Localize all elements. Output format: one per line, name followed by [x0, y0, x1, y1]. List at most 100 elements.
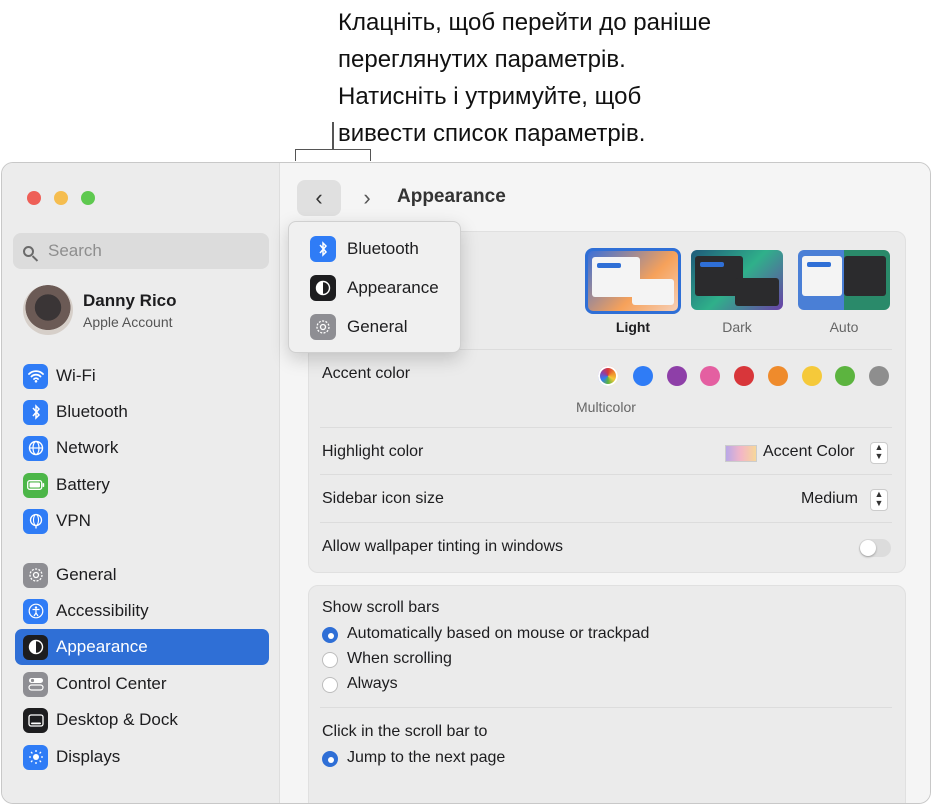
minimize-window-button[interactable] [54, 191, 68, 205]
sidebar-item-general[interactable]: General [15, 557, 269, 593]
theme-auto-option[interactable] [798, 250, 890, 310]
highlight-preview [725, 445, 757, 462]
history-item-label: Bluetooth [347, 239, 419, 258]
user-name[interactable]: Danny Rico [83, 291, 177, 311]
scroll-auto-label[interactable]: Automatically based on mouse or trackpad [347, 625, 649, 643]
jump-next-page-radio[interactable] [322, 751, 338, 767]
chevron-left-icon: ‹ [315, 185, 323, 210]
bluetooth-icon [310, 236, 336, 262]
accent-green-swatch[interactable] [835, 366, 855, 386]
divider [320, 522, 892, 523]
bluetooth-icon [23, 399, 48, 425]
highlight-stepper-icon[interactable]: ▲ ▼ [870, 442, 888, 464]
sidebar-item-label: Desktop & Dock [56, 710, 178, 729]
sidebar-item-label: Accessibility [56, 601, 149, 620]
accent-graphite-swatch[interactable] [869, 366, 889, 386]
divider [320, 427, 892, 428]
accent-color-label: Accent color [322, 365, 411, 382]
highlight-color-popup[interactable]: Accent Color [763, 443, 855, 461]
sidebar-item-vpn[interactable]: VPN [15, 503, 269, 539]
sidebar-item-appearance[interactable]: Appearance [15, 629, 269, 665]
control-center-icon [23, 671, 48, 697]
sidebar-item-label: VPN [56, 511, 91, 530]
accent-red-swatch[interactable] [734, 366, 754, 386]
sidebar-item-label: General [56, 565, 117, 584]
callout-bracket [295, 149, 371, 161]
sidebar-item-control-center[interactable]: Control Center [15, 666, 269, 702]
gear-icon [310, 314, 336, 340]
forward-button[interactable]: › [352, 180, 382, 216]
sidebar-item-label: Appearance [56, 637, 148, 656]
appearance-icon [310, 275, 336, 301]
history-item-label: General [347, 317, 408, 336]
accent-blue-swatch[interactable] [633, 366, 653, 386]
history-item-general[interactable]: General [297, 310, 452, 344]
wallpaper-tinting-toggle[interactable] [859, 539, 891, 557]
displays-icon [23, 744, 48, 770]
scroll-when-scrolling-label[interactable]: When scrolling [347, 650, 452, 668]
history-menu: Bluetooth Appearance General [288, 221, 461, 353]
accent-yellow-swatch[interactable] [802, 366, 822, 386]
scroll-always-label[interactable]: Always [347, 675, 398, 693]
user-account-label: Apple Account [83, 314, 173, 330]
icon-size-stepper-icon[interactable]: ▲ ▼ [870, 489, 888, 511]
sidebar-item-label: Bluetooth [56, 402, 128, 421]
click-scroll-bar-label: Click in the scroll bar to [322, 723, 488, 740]
wifi-icon [23, 363, 48, 389]
theme-dark-option[interactable] [691, 250, 783, 310]
back-button[interactable]: ‹ [297, 180, 341, 216]
callout-text: Клацніть, щоб перейти до раніше переглян… [338, 9, 712, 147]
accessibility-icon [23, 598, 48, 624]
divider [320, 474, 892, 475]
globe-icon [23, 435, 48, 461]
settings-window: Search Danny Rico Apple Account Wi-Fi Bl… [1, 162, 931, 804]
callout-line [332, 122, 334, 150]
sidebar-item-label: Control Center [56, 674, 167, 693]
wallpaper-tinting-label: Allow wallpaper tinting in windows [322, 538, 564, 555]
history-item-bluetooth[interactable]: Bluetooth [297, 232, 452, 266]
sidebar-item-network[interactable]: Network [15, 430, 269, 466]
globe-vpn-icon [23, 508, 48, 534]
theme-light-label: Light [615, 319, 651, 335]
zoom-window-button[interactable] [81, 191, 95, 205]
history-item-appearance[interactable]: Appearance [297, 271, 452, 305]
chevron-right-icon: › [363, 185, 371, 210]
avatar[interactable] [23, 285, 73, 335]
sidebar-item-desktop-dock[interactable]: Desktop & Dock [15, 702, 269, 738]
jump-next-page-label[interactable]: Jump to the next page [347, 749, 505, 767]
sidebar-item-displays[interactable]: Displays [15, 739, 269, 775]
show-scroll-bars-label: Show scroll bars [322, 599, 440, 616]
scroll-auto-radio[interactable] [322, 627, 338, 643]
sidebar-item-label: Battery [56, 475, 110, 494]
accent-multicolor-swatch[interactable] [598, 366, 618, 386]
desktop-dock-icon [23, 707, 48, 733]
theme-dark-label: Dark [722, 319, 752, 335]
sidebar-item-bluetooth[interactable]: Bluetooth [15, 394, 269, 430]
scroll-bars-panel [308, 585, 906, 803]
close-window-button[interactable] [27, 191, 41, 205]
search-icon [23, 245, 34, 257]
accent-pink-swatch[interactable] [700, 366, 720, 386]
divider [320, 707, 892, 708]
sidebar: Search Danny Rico Apple Account Wi-Fi Bl… [2, 163, 280, 803]
sidebar-item-battery[interactable]: Battery [15, 467, 269, 503]
sidebar-item-label: Network [56, 438, 119, 457]
search-placeholder: Search [48, 241, 102, 260]
battery-icon [23, 472, 48, 498]
sidebar-item-wifi[interactable]: Wi-Fi [15, 358, 269, 394]
sidebar-icon-size-popup[interactable]: Medium [801, 490, 858, 508]
scroll-always-radio[interactable] [322, 677, 338, 693]
search-input[interactable]: Search [13, 233, 269, 269]
sidebar-item-accessibility[interactable]: Accessibility [15, 593, 269, 629]
accent-orange-swatch[interactable] [768, 366, 788, 386]
appearance-icon [23, 634, 48, 660]
theme-light-option[interactable] [585, 248, 681, 314]
sidebar-item-label: Displays [56, 747, 121, 766]
scroll-when-scrolling-radio[interactable] [322, 652, 338, 668]
accent-purple-swatch[interactable] [667, 366, 687, 386]
sidebar-item-label: Wi-Fi [56, 366, 96, 385]
highlight-color-label: Highlight color [322, 443, 424, 460]
history-item-label: Appearance [347, 278, 439, 297]
gear-icon [23, 562, 48, 588]
accent-selected-name: Multicolor [576, 399, 636, 415]
